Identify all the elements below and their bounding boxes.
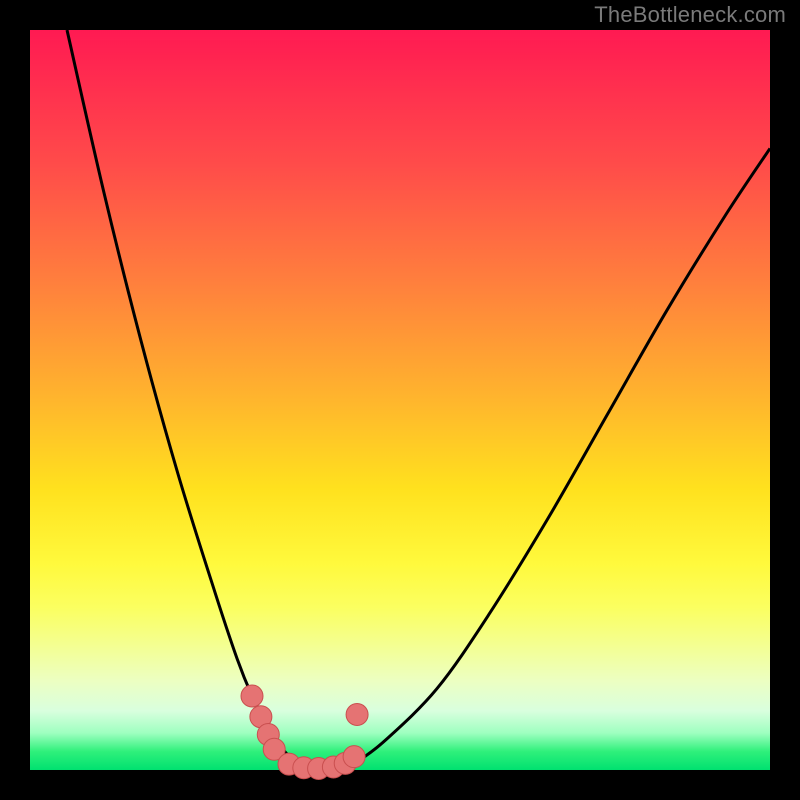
watermark-text: TheBottleneck.com (594, 2, 786, 28)
marker-dot (346, 704, 368, 726)
marker-dot (241, 685, 263, 707)
left-curve (67, 30, 311, 770)
marker-dot (343, 746, 365, 768)
right-curve (341, 148, 770, 770)
marker-cluster (241, 685, 368, 780)
chart-svg (30, 30, 770, 770)
chart-frame: TheBottleneck.com (0, 0, 800, 800)
